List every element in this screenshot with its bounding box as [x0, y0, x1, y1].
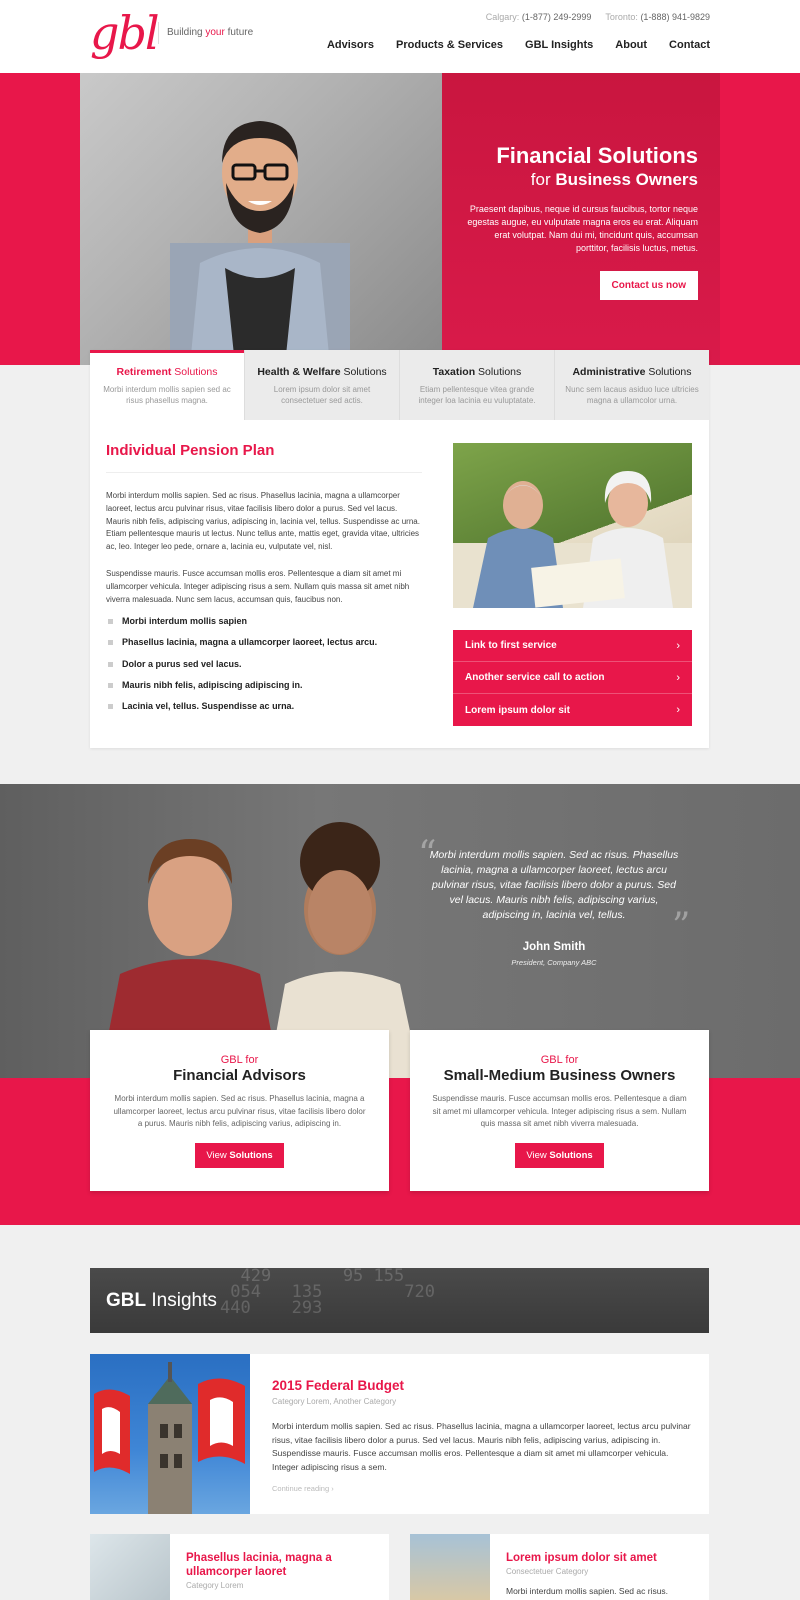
parliament-photo: [90, 1354, 250, 1514]
audience-title: Small-Medium Business Owners: [443, 1067, 676, 1084]
audience-text: Suspendisse mauris. Fusce accumsan molli…: [432, 1094, 687, 1129]
article-category[interactable]: Category Lorem: [186, 1581, 243, 1590]
seniors-photo: [453, 443, 692, 608]
nav-advisors[interactable]: Advisors: [327, 39, 374, 51]
continue-reading-link[interactable]: Continue reading ›: [272, 1484, 334, 1493]
list-item: Mauris nibh felis, adipiscing adipiscing…: [106, 680, 377, 701]
chevron-right-icon: ›: [676, 639, 680, 652]
tab-description: Morbi interdum mollis sapien sed ac risu…: [103, 385, 231, 405]
hero-subtitle: for Business Owners: [530, 170, 698, 189]
audience-text: Morbi interdum mollis sapien. Sed ac ris…: [113, 1094, 366, 1129]
testimonial-role: President, Company ABC: [511, 958, 597, 967]
contact-us-button[interactable]: Contact us now: [599, 271, 698, 300]
man-illustration: [170, 121, 350, 365]
view-solutions-button[interactable]: View Solutions: [195, 1142, 284, 1168]
quote-close-icon: ”: [672, 906, 691, 947]
solutions-panel: Retirement Solutions Morbi interdum moll…: [90, 350, 709, 748]
article-category[interactable]: Consectetuer Category: [506, 1567, 588, 1576]
testimonial-name: John Smith: [522, 941, 586, 953]
chevron-right-icon: ›: [676, 704, 680, 716]
hero-photo-man: [80, 73, 442, 365]
article-thumbnail: [90, 1534, 170, 1600]
service-links: Link to first service › Another service c…: [453, 630, 692, 726]
tab-health-welfare[interactable]: Health & Welfare Solutions Lorem ipsum d…: [244, 350, 399, 420]
plan-title: Individual Pension Plan: [106, 442, 275, 459]
phone-numbers: Calgary: (1-877) 249-2999 Toronto: (1-888…: [485, 12, 710, 22]
seniors-illustration: [453, 471, 692, 608]
list-item: Lacinia vel, tellus. Suspendisse ac urna…: [106, 701, 377, 722]
banner-background-graphic: 429 95 155 054 135 720 440 293: [220, 1268, 435, 1318]
article-card-main[interactable]: 2015 Federal Budget Category Lorem, Anot…: [90, 1354, 709, 1514]
article-title[interactable]: Lorem ipsum dolor sit amet: [506, 1552, 696, 1566]
divider: [106, 472, 422, 473]
article-excerpt: Morbi interdum mollis sapien. Sed ac ris…: [272, 1421, 691, 1472]
main-nav: Advisors Products & Services GBL Insight…: [327, 39, 710, 51]
audience-card-advisors: GBL for Financial Advisors Morbi interdu…: [90, 1030, 389, 1191]
article-category[interactable]: Category Lorem, Another Category: [272, 1397, 396, 1406]
view-solutions-button[interactable]: View Solutions: [515, 1142, 604, 1168]
audience-title: Financial Advisors: [173, 1067, 306, 1084]
list-item: Phasellus lacinia, magna a ullamcorper l…: [106, 637, 377, 658]
article-title[interactable]: Phasellus lacinia, magna a ullamcorper l…: [186, 1552, 376, 1579]
article-title[interactable]: 2015 Federal Budget: [272, 1378, 404, 1393]
service-link-second[interactable]: Another service call to action ›: [453, 662, 692, 694]
article-excerpt: Morbi interdum mollis sapien. Sed ac ris…: [506, 1586, 669, 1596]
list-item: Dolor a purus sed vel lacus.: [106, 659, 377, 680]
nav-products-services[interactable]: Products & Services: [396, 39, 503, 51]
tab-description: Lorem ipsum dolor sit amet consectetuer …: [273, 385, 371, 405]
audience-card-business-owners: GBL for Small-Medium Business Owners Sus…: [410, 1030, 709, 1191]
hero-title: Financial Solutions: [496, 143, 698, 168]
nav-gbl-insights[interactable]: GBL Insights: [525, 39, 593, 51]
tab-retirement[interactable]: Retirement Solutions Morbi interdum moll…: [90, 350, 244, 420]
insights-banner: 429 95 155 054 135 720 440 293 GBL Insig…: [90, 1268, 709, 1333]
service-link-third[interactable]: Lorem ipsum dolor sit ›: [453, 694, 692, 726]
hero-text: Praesent dapibus, neque id cursus faucib…: [467, 204, 698, 253]
phone-toronto[interactable]: (1-888) 941-9829: [640, 12, 710, 22]
article-card-small[interactable]: Lorem ipsum dolor sit amet Consectetuer …: [410, 1534, 709, 1600]
article-thumbnail: [410, 1534, 490, 1600]
phone-calgary[interactable]: (1-877) 249-2999: [522, 12, 592, 22]
tab-taxation[interactable]: Taxation Solutions Etiam pellentesque vi…: [399, 350, 554, 420]
insights-title: GBL Insights: [106, 1290, 217, 1311]
solution-tabs: Retirement Solutions Morbi interdum moll…: [90, 350, 709, 420]
plan-paragraph: Morbi interdum mollis sapien. Sed ac ris…: [106, 491, 420, 552]
list-item: Morbi interdum mollis sapien: [106, 616, 377, 637]
logo[interactable]: gbl: [90, 6, 160, 60]
testimonial-quote: Morbi interdum mollis sapien. Sed ac ris…: [429, 849, 679, 921]
nav-about[interactable]: About: [615, 39, 647, 51]
hero-banner: Financial Solutions for Business Owners …: [0, 73, 800, 365]
tab-administrative[interactable]: Administrative Solutions Nunc sem lacaus…: [554, 350, 709, 420]
plan-bullets: Morbi interdum mollis sapien Phasellus l…: [106, 616, 377, 722]
tab-description: Nunc sem lacaus asiduo luce ultricies ma…: [565, 385, 699, 405]
site-header: gbl Building your future Calgary: (1-877…: [0, 0, 800, 73]
nav-contact[interactable]: Contact: [669, 39, 710, 51]
tab-description: Etiam pellentesque vitea grande integer …: [418, 385, 536, 405]
service-link-first[interactable]: Link to first service ›: [453, 630, 692, 662]
plan-paragraph: Suspendisse mauris. Fusce accumsan molli…: [106, 569, 410, 604]
tagline: Building your future: [167, 27, 254, 38]
article-card-small[interactable]: Phasellus lacinia, magna a ullamcorper l…: [90, 1534, 389, 1600]
chevron-right-icon: ›: [676, 671, 680, 684]
parliament-illustration: [94, 1362, 245, 1514]
logo-divider: [158, 22, 159, 44]
